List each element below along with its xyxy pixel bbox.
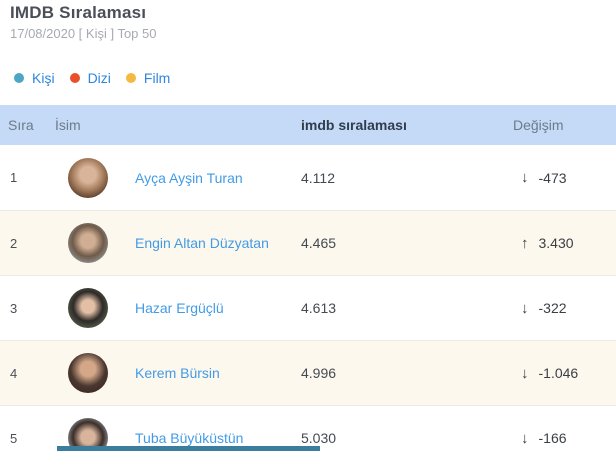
name-cell: Engin Altan Düzyatan bbox=[55, 223, 301, 263]
person-avatar[interactable] bbox=[68, 157, 108, 198]
legend-item-3[interactable]: Film bbox=[125, 69, 171, 86]
legend-item-label: Dizi bbox=[87, 69, 111, 86]
category-legend: Kişi Dizi Film bbox=[14, 69, 616, 86]
person-name-link[interactable]: Engin Altan Düzyatan bbox=[135, 235, 269, 251]
person-name-link[interactable]: Tuba Büyüküstün bbox=[135, 430, 243, 446]
legend-dot-icon bbox=[125, 72, 136, 83]
table-row: 4 Kerem Bürsin 4.996 ↓ -1.046 bbox=[0, 340, 616, 405]
rank-cell: 3 bbox=[10, 300, 18, 316]
table-row: 5 Tuba Büyüküstün 5.030 ↓ -166 bbox=[0, 405, 616, 451]
legend-item-label: Kişi bbox=[32, 69, 55, 86]
change-cell: ↓ -1.046 bbox=[513, 365, 616, 382]
change-cell: ↓ -473 bbox=[513, 169, 616, 186]
page-subtitle: 17/08/2020 [ Kişi ] Top 50 bbox=[10, 26, 157, 41]
column-header-imdb-siralamasi[interactable]: imdb sıralaması bbox=[301, 117, 513, 133]
change-direction-arrow-icon: ↓ bbox=[521, 429, 529, 447]
change-value: -322 bbox=[538, 300, 567, 316]
person-name-link[interactable]: Hazar Ergüçlü bbox=[135, 300, 224, 316]
legend-item-1[interactable]: Kişi bbox=[14, 70, 55, 86]
legend-item-label: Film bbox=[143, 69, 171, 86]
imdb-rank-value: 5.030 bbox=[301, 430, 337, 446]
table-row: 1 Ayça Ayşin Turan 4.112 ↓ -473 bbox=[0, 145, 616, 210]
change-value: -473 bbox=[538, 169, 567, 186]
imdb-rank-value: 4.112 bbox=[301, 169, 335, 186]
page-title: IMDB Sıralaması bbox=[10, 3, 147, 22]
change-value: -166 bbox=[538, 430, 567, 446]
person-avatar[interactable] bbox=[68, 223, 108, 263]
person-name-link[interactable]: Kerem Bürsin bbox=[135, 365, 220, 381]
rank-cell: 2 bbox=[10, 235, 18, 251]
name-cell: Kerem Bürsin bbox=[55, 353, 301, 393]
column-header-degisim[interactable]: Değişim bbox=[513, 117, 616, 133]
change-value: 3.430 bbox=[538, 235, 574, 251]
person-name-link[interactable]: Ayça Ayşin Turan bbox=[135, 170, 243, 186]
bottom-cropped-element bbox=[57, 446, 320, 451]
column-header-sira[interactable]: Sıra bbox=[8, 117, 55, 133]
rank-cell: 5 bbox=[10, 430, 18, 446]
legend-dot-icon bbox=[69, 72, 80, 83]
change-cell: ↑ 3.430 bbox=[513, 235, 616, 252]
page-header: IMDB Sıralaması 17/08/2020 [ Kişi ] Top … bbox=[0, 0, 616, 42]
table-row: 2 Engin Altan Düzyatan 4.465 ↑ 3.430 bbox=[0, 210, 616, 275]
name-cell: Ayça Ayşin Turan bbox=[55, 157, 301, 198]
change-direction-arrow-icon: ↑ bbox=[521, 234, 529, 252]
imdb-rank-value: 4.465 bbox=[301, 235, 337, 251]
person-avatar[interactable] bbox=[68, 353, 108, 393]
rank-cell: 4 bbox=[10, 365, 18, 381]
change-cell: ↓ -322 bbox=[513, 300, 616, 317]
person-avatar[interactable] bbox=[68, 288, 108, 328]
legend-dot-icon bbox=[14, 72, 24, 83]
imdb-rank-value: 4.613 bbox=[301, 300, 337, 316]
legend-item-2[interactable]: Dizi bbox=[69, 69, 111, 86]
change-direction-arrow-icon: ↓ bbox=[521, 169, 529, 186]
table-row: 3 Hazar Ergüçlü 4.613 ↓ -322 bbox=[0, 275, 616, 340]
imdb-rank-value: 4.996 bbox=[301, 365, 337, 381]
table-header-row: Sıra İsim imdb sıralaması Değişim bbox=[0, 105, 616, 145]
rank-cell: 1 bbox=[10, 170, 18, 185]
change-direction-arrow-icon: ↓ bbox=[521, 364, 529, 382]
change-cell: ↓ -166 bbox=[513, 430, 616, 447]
column-header-isim[interactable]: İsim bbox=[55, 117, 301, 133]
ranking-table-body: 1 Ayça Ayşin Turan 4.112 ↓ -473 2 Engin … bbox=[0, 145, 616, 451]
name-cell: Hazar Ergüçlü bbox=[55, 288, 301, 328]
change-value: -1.046 bbox=[538, 365, 579, 381]
change-direction-arrow-icon: ↓ bbox=[521, 299, 529, 317]
